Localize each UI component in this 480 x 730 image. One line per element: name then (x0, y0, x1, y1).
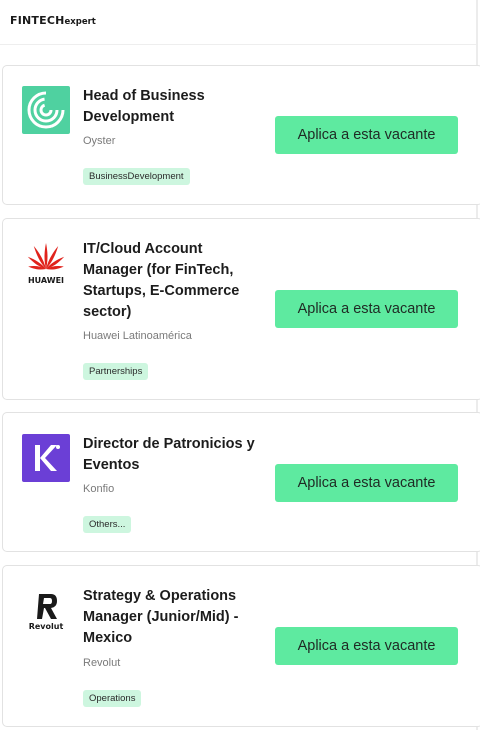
job-card: Director de Patronicios y Eventos Konfio… (2, 412, 480, 552)
category-tag[interactable]: Others... (83, 516, 132, 533)
category-tag[interactable]: Partnerships (83, 363, 149, 380)
job-title[interactable]: Director de Patronicios y Eventos (83, 434, 263, 476)
apply-button[interactable]: Aplica a esta vacante (275, 627, 458, 665)
site-header: FINTECHexpert (0, 0, 476, 45)
konfio-logo (22, 434, 70, 482)
apply-button[interactable]: Aplica a esta vacante (275, 464, 458, 502)
fintech-expert-logo[interactable]: FINTECHexpert (10, 9, 96, 28)
apply-button[interactable]: Aplica a esta vacante (275, 116, 458, 154)
job-card: Revolut Strategy & Operations Manager (J… (2, 565, 480, 727)
company-name: Oyster (83, 135, 116, 147)
job-title[interactable]: Head of Business Development (83, 86, 263, 128)
job-title[interactable]: IT/Cloud Account Manager (for FinTech, S… (83, 239, 263, 323)
category-tag[interactable]: Operations (83, 690, 142, 707)
huawei-logo: HUAWEI (22, 239, 70, 287)
company-name: Revolut (83, 657, 121, 669)
job-card: HUAWEI IT/Cloud Account Manager (for Fin… (2, 218, 480, 400)
job-title[interactable]: Strategy & Operations Manager (Junior/Mi… (83, 586, 263, 649)
category-tag[interactable]: BusinessDevelopment (83, 168, 190, 185)
revolut-logo-text: Revolut (29, 622, 64, 631)
company-name: Konfio (83, 483, 115, 495)
revolut-logo: Revolut (22, 587, 70, 635)
company-name: Huawei Latinoamérica (83, 330, 192, 342)
huawei-logo-text: HUAWEI (28, 276, 64, 285)
apply-button[interactable]: Aplica a esta vacante (275, 290, 458, 328)
job-card: Head of Business Development Oyster Busi… (2, 65, 480, 205)
oyster-logo (22, 86, 70, 134)
